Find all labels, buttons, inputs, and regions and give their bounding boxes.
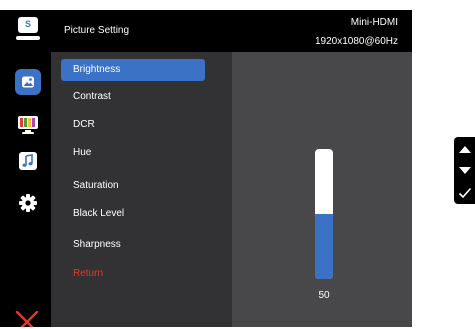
input-source-label: Mini-HDMI	[350, 17, 398, 28]
sidebar-item-settings[interactable]	[15, 190, 41, 216]
sidebar-item-color[interactable]	[15, 112, 41, 138]
slider-fill	[315, 214, 333, 279]
up-key[interactable]	[454, 139, 475, 159]
sidebar-item-picture[interactable]	[15, 69, 41, 95]
close-icon	[15, 310, 39, 327]
osd-window: S Picture Setting Mini-HDMI 1920x1080@60…	[0, 10, 412, 327]
checkmark-icon	[458, 187, 471, 199]
menu-item-dcr[interactable]: DCR	[61, 114, 205, 136]
menu-item-hue[interactable]: Hue	[61, 142, 205, 164]
picture-icon	[22, 76, 34, 88]
down-key[interactable]	[454, 161, 475, 181]
sidebar-item-exit[interactable]	[14, 309, 40, 327]
menu-item-return[interactable]: Return	[61, 263, 205, 285]
menu-item-contrast[interactable]: Contrast	[61, 86, 205, 108]
arrow-up-icon	[458, 146, 471, 153]
logo-letter: S	[24, 19, 31, 29]
music-note-icon	[19, 152, 37, 170]
value-panel: 50	[232, 52, 412, 327]
menu-item-saturation[interactable]: Saturation	[61, 175, 205, 197]
menu-item-black-level[interactable]: Black Level	[61, 203, 205, 225]
confirm-key[interactable]	[454, 183, 475, 203]
sidebar	[0, 52, 51, 327]
menu-item-brightness[interactable]: Brightness	[61, 59, 205, 81]
sidebar-item-audio[interactable]	[15, 148, 41, 174]
osd-header: S Picture Setting Mini-HDMI 1920x1080@60…	[0, 10, 412, 52]
settings-menu: Brightness Contrast DCR Hue Saturation B…	[51, 52, 232, 327]
brightness-slider[interactable]	[315, 149, 333, 279]
color-bars-icon	[18, 116, 38, 134]
gear-icon	[19, 194, 37, 212]
osd-key-guide	[454, 137, 475, 204]
resolution-label: 1920x1080@60Hz	[315, 36, 398, 47]
slider-value: 50	[318, 290, 330, 301]
arrow-down-icon	[458, 167, 471, 174]
page-title: Picture Setting	[64, 25, 130, 36]
menu-item-sharpness[interactable]: Sharpness	[61, 234, 205, 256]
